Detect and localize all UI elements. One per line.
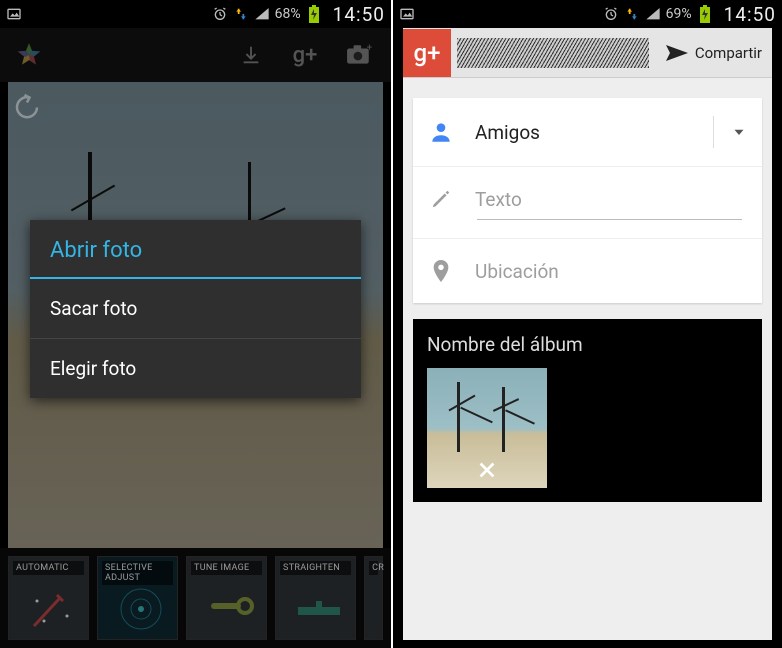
filter-strip[interactable]: AUTOMATIC SELECTIVE ADJUST TUNE IMAGE ST… <box>0 548 391 648</box>
download-icon[interactable] <box>231 35 271 75</box>
chevron-down-icon <box>730 123 748 141</box>
filter-label: TUNE IMAGE <box>191 561 262 575</box>
pencil-icon <box>427 185 455 213</box>
album-name[interactable]: Nombre del álbum <box>427 333 748 356</box>
sync-icon <box>624 6 640 22</box>
camera-icon[interactable]: + <box>339 35 379 75</box>
open-photo-dialog: Abrir foto Sacar foto Elegir foto <box>30 220 361 398</box>
filter-label: CR <box>369 561 378 575</box>
filter-label: STRAIGHTEN <box>280 561 351 575</box>
location-row[interactable]: Ubicación <box>413 239 762 303</box>
battery-icon <box>306 6 322 22</box>
dialog-title: Abrir foto <box>30 220 361 279</box>
google-plus-badge-icon: g+ <box>403 29 451 77</box>
battery-icon <box>697 6 713 22</box>
filter-automatic[interactable]: AUTOMATIC <box>8 556 89 640</box>
remove-photo-button[interactable] <box>473 456 501 484</box>
compose-card: Amigos Texto Ubicación <box>413 98 762 303</box>
battery-pct: 68% <box>275 6 301 22</box>
dialog-item-take-photo[interactable]: Sacar foto <box>30 279 361 339</box>
sync-icon <box>233 6 249 22</box>
signal-icon <box>254 6 270 22</box>
alarm-icon <box>603 6 619 22</box>
filter-label: AUTOMATIC <box>13 561 84 575</box>
status-bar: 68% 14:50 <box>0 0 391 28</box>
filter-crop[interactable]: CR <box>364 556 383 640</box>
alarm-icon <box>212 6 228 22</box>
clock: 14:50 <box>333 3 385 26</box>
action-bar: g+ + <box>0 28 391 82</box>
clock: 14:50 <box>724 3 776 26</box>
close-icon <box>476 459 498 481</box>
filter-label: SELECTIVE ADJUST <box>102 561 173 585</box>
dialog-item-choose-photo[interactable]: Elegir foto <box>30 339 361 398</box>
audience-row[interactable]: Amigos <box>413 98 762 167</box>
album-section: Nombre del álbum <box>413 319 762 502</box>
image-icon <box>6 6 22 22</box>
text-row[interactable]: Texto <box>413 167 762 239</box>
filter-straighten[interactable]: STRAIGHTEN <box>275 556 356 640</box>
svg-text:+: + <box>367 44 372 54</box>
google-plus-icon[interactable]: g+ <box>285 35 325 75</box>
status-bar: 69% 14:50 <box>393 0 782 28</box>
image-icon <box>399 6 415 22</box>
right-screenshot: 69% 14:50 g+ Compartir Amigos <box>391 0 782 648</box>
location-pin-icon <box>427 257 455 285</box>
account-name-redacted <box>457 38 649 68</box>
text-input-underline <box>477 219 742 220</box>
share-sheet: g+ Compartir Amigos <box>403 28 772 640</box>
person-icon <box>427 118 455 146</box>
left-screenshot: 68% 14:50 g+ + <box>0 0 391 648</box>
send-icon <box>665 43 689 63</box>
audience-label: Amigos <box>475 121 693 144</box>
location-placeholder: Ubicación <box>475 260 748 283</box>
share-button[interactable]: Compartir <box>655 43 772 63</box>
signal-icon <box>645 6 661 22</box>
back-icon[interactable] <box>12 90 42 120</box>
text-placeholder: Texto <box>475 188 748 211</box>
filter-tune-image[interactable]: TUNE IMAGE <box>186 556 267 640</box>
photo-thumbnail[interactable] <box>427 368 547 488</box>
share-label: Compartir <box>695 44 762 62</box>
share-header: g+ Compartir <box>403 28 772 78</box>
battery-pct: 69% <box>666 6 692 22</box>
audience-dropdown[interactable] <box>713 116 748 148</box>
app-logo-icon <box>12 38 46 72</box>
filter-selective-adjust[interactable]: SELECTIVE ADJUST <box>97 556 178 640</box>
